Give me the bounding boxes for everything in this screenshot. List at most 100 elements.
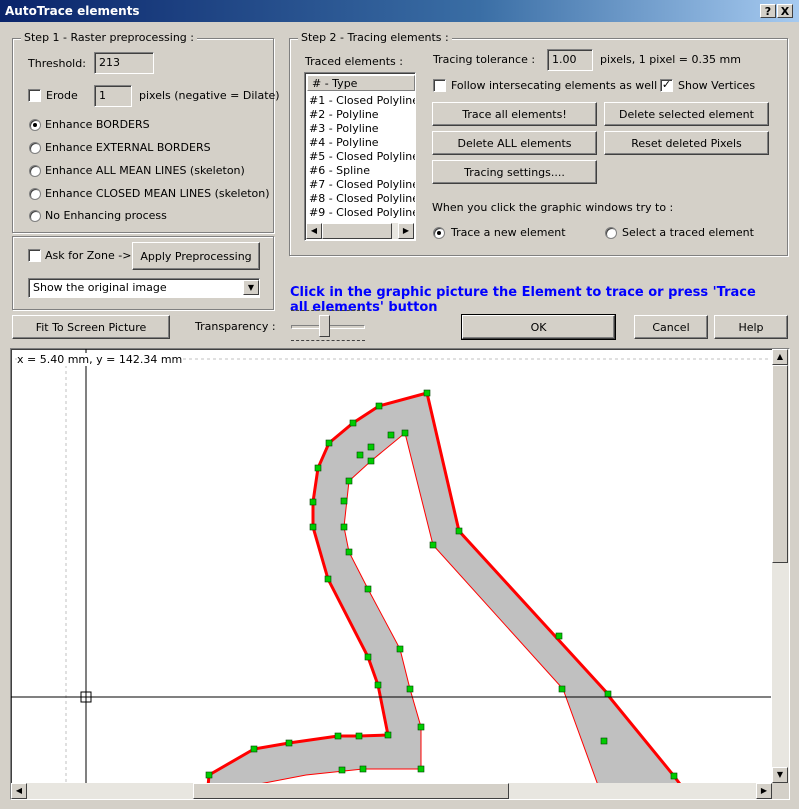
list-item[interactable]: #8 - Closed Polyline [309, 192, 415, 206]
show-image-select-value: Show the original image [33, 281, 167, 294]
enhance-external-label: Enhance EXTERNAL BORDERS [45, 141, 211, 154]
traced-shape [207, 393, 691, 799]
vertex-marker [374, 681, 382, 689]
show-vertices-label: Show Vertices [678, 79, 756, 92]
select-traced-radio[interactable] [605, 227, 617, 239]
vertex-marker [364, 653, 372, 661]
no-enhancing-label: No Enhancing process [45, 209, 167, 222]
vertex-marker [384, 731, 392, 739]
vertex-marker [417, 723, 425, 731]
list-item[interactable]: #3 - Polyline [309, 122, 379, 136]
vertex-marker [406, 685, 414, 693]
chevron-down-icon[interactable]: ▼ [243, 280, 259, 295]
enhance-external-radio[interactable] [29, 142, 41, 154]
vertex-marker [558, 685, 566, 693]
vertex-marker [367, 443, 375, 451]
vertex-marker [367, 457, 375, 465]
slider-thumb[interactable] [319, 315, 331, 337]
slider-ticks [291, 340, 365, 341]
help-title-button[interactable]: ? [760, 4, 776, 18]
vertex-marker [387, 431, 395, 439]
scroll-up-icon[interactable]: ▲ [772, 349, 788, 365]
threshold-label: Threshold: [28, 57, 86, 70]
list-item[interactable]: #9 - Closed Polyline [309, 206, 415, 220]
delete-selected-button[interactable]: Delete selected element [604, 102, 769, 126]
graphic-canvas[interactable]: x = 5.40 mm, y = 142.34 mm ▲ ▼ ◀ ▶ [10, 348, 790, 800]
erode-label: Erode [46, 89, 78, 102]
vertex-marker [334, 732, 342, 740]
show-vertices-checkbox[interactable]: ✓ [660, 79, 673, 92]
list-item[interactable]: #6 - Spline [309, 164, 370, 178]
enhance-mean-lines-radio[interactable] [29, 165, 41, 177]
list-item[interactable]: #1 - Closed Polyline [309, 94, 415, 108]
trace-new-radio[interactable] [433, 227, 445, 239]
erode-input[interactable]: 1 [94, 85, 132, 107]
apply-preprocessing-button[interactable]: Apply Preprocessing [132, 242, 260, 270]
list-item[interactable]: #7 - Closed Polyline [309, 178, 415, 192]
vertex-marker [309, 523, 317, 531]
ask-zone-label: Ask for Zone -> [45, 249, 132, 262]
vertex-marker [375, 402, 383, 410]
vertex-marker [325, 439, 333, 447]
vertex-marker [417, 765, 425, 773]
list-hscroll[interactable]: ◀ ▶ [306, 223, 414, 239]
fit-to-screen-button[interactable]: Fit To Screen Picture [12, 315, 170, 339]
step2-legend: Step 2 - Tracing elements : [298, 31, 452, 44]
scroll-right-icon[interactable]: ▶ [398, 223, 414, 239]
trace-all-button[interactable]: Trace all elements! [432, 102, 597, 126]
traced-elements-list[interactable]: # - Type #1 - Closed Polyline #2 - Polyl… [304, 72, 416, 241]
ok-button[interactable]: OK [461, 314, 616, 340]
scroll-corner [772, 783, 789, 799]
vertex-marker [250, 745, 258, 753]
vertex-marker [555, 632, 563, 640]
scroll-left-icon[interactable]: ◀ [11, 783, 27, 799]
enhance-closed-mean-label: Enhance CLOSED MEAN LINES (skeleton) [45, 187, 270, 200]
transparency-slider[interactable] [287, 310, 369, 344]
vertex-marker [356, 451, 364, 459]
vertex-marker [349, 419, 357, 427]
vertex-marker [338, 766, 346, 774]
click-behavior-label: When you click the graphic windows try t… [432, 201, 674, 214]
list-item[interactable]: #4 - Polyline [309, 136, 379, 150]
enhance-borders-label: Enhance BORDERS [45, 118, 150, 131]
canvas-hscroll-thumb[interactable] [193, 783, 509, 799]
tracing-settings-button[interactable]: Tracing settings.... [432, 160, 597, 184]
close-button[interactable]: X [777, 4, 793, 18]
tolerance-input[interactable]: 1.00 [547, 49, 593, 71]
help-button[interactable]: Help [714, 315, 788, 339]
enhance-closed-mean-radio[interactable] [29, 188, 41, 200]
delete-all-button[interactable]: Delete ALL elements [432, 131, 597, 155]
vertex-marker [364, 585, 372, 593]
coordinates-readout: x = 5.40 mm, y = 142.34 mm [17, 353, 183, 366]
vertex-marker [205, 771, 213, 779]
vertex-marker [340, 497, 348, 505]
scroll-right-icon[interactable]: ▶ [756, 783, 772, 799]
erode-checkbox[interactable] [28, 89, 41, 102]
vertex-marker [324, 575, 332, 583]
enhance-borders-radio[interactable] [29, 119, 41, 131]
threshold-input[interactable]: 213 [94, 52, 154, 74]
follow-intersecting-checkbox[interactable] [433, 79, 446, 92]
trace-preview[interactable] [11, 349, 789, 799]
list-header[interactable]: # - Type [307, 75, 415, 91]
canvas-vscroll[interactable]: ▲ ▼ [772, 349, 789, 783]
scroll-down-icon[interactable]: ▼ [772, 767, 788, 783]
list-item[interactable]: #2 - Polyline [309, 108, 379, 122]
canvas-vscroll-thumb[interactable] [772, 365, 788, 563]
vertex-marker [345, 477, 353, 485]
vertex-marker [314, 464, 322, 472]
erode-units-label: pixels (negative = Dilate) [139, 89, 280, 102]
step1-legend: Step 1 - Raster preprocessing : [21, 31, 197, 44]
list-item[interactable]: #5 - Closed Polyline [309, 150, 415, 164]
scroll-left-icon[interactable]: ◀ [306, 223, 322, 239]
no-enhancing-radio[interactable] [29, 210, 41, 222]
show-image-select[interactable]: Show the original image ▼ [28, 278, 260, 298]
list-hscroll-thumb[interactable] [322, 223, 392, 239]
vertex-marker [670, 772, 678, 780]
vertex-marker [355, 732, 363, 740]
reset-pixels-button[interactable]: Reset deleted Pixels [604, 131, 769, 155]
canvas-hscroll[interactable]: ◀ ▶ [11, 783, 772, 799]
vertex-marker [600, 737, 608, 745]
cancel-button[interactable]: Cancel [634, 315, 708, 339]
ask-zone-checkbox[interactable] [28, 249, 41, 262]
